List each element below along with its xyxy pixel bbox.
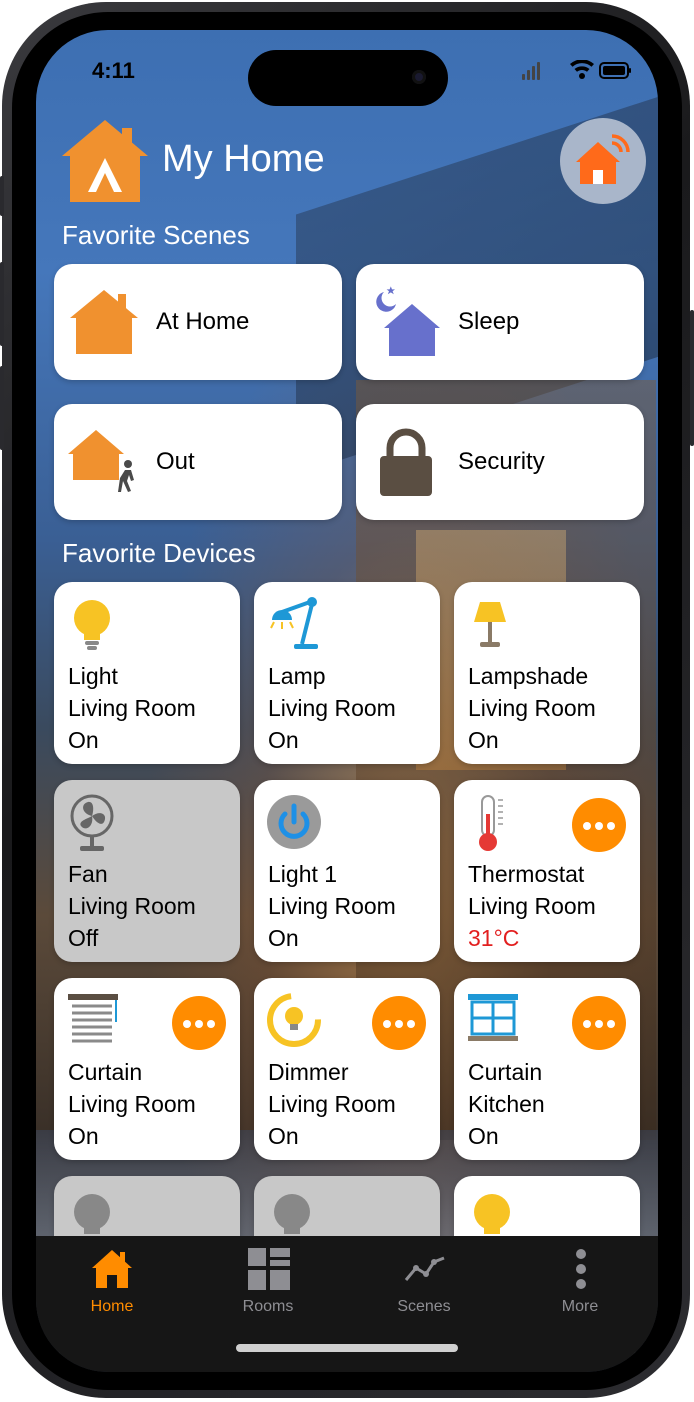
device-name: Dimmer: [268, 1059, 349, 1085]
phone-frame: 4:11 My Home Favorite Scenes At Home Sle…: [0, 0, 694, 1402]
tab-label: Home: [90, 1298, 134, 1315]
home-wifi-icon: [576, 134, 630, 184]
power-icon: [267, 795, 321, 849]
tab-label: More: [561, 1298, 599, 1315]
device-room: Living Room: [268, 1091, 396, 1117]
favorite-scenes-title: Favorite Scenes: [62, 220, 250, 250]
app-title: My Home: [162, 138, 325, 180]
favorite-devices-title: Favorite Devices: [62, 538, 256, 568]
fan-icon: [70, 794, 114, 851]
wifi-icon: [570, 60, 594, 79]
thermostat-more-button[interactable]: [572, 798, 626, 852]
dimmer-more-button[interactable]: [372, 996, 426, 1050]
device-state: On: [268, 727, 299, 753]
scene-label: Out: [156, 448, 195, 475]
scene-label: Security: [458, 448, 545, 475]
home-tab-icon: [92, 1250, 132, 1288]
status-icons: [522, 60, 631, 80]
device-state: On: [68, 727, 99, 753]
device-room: Living Room: [68, 893, 196, 919]
home-indicator[interactable]: [236, 1344, 458, 1352]
device-state: On: [268, 1123, 299, 1149]
tab-label: Scenes: [397, 1298, 451, 1315]
device-state: On: [68, 1123, 99, 1149]
device-name: Thermostat: [468, 861, 585, 887]
device-card-light[interactable]: Light Living Room On: [54, 582, 240, 764]
battery-icon: [599, 62, 631, 79]
tab-label: Rooms: [242, 1298, 294, 1315]
device-room: Living Room: [68, 695, 196, 721]
more-dots-icon: [576, 1249, 586, 1289]
device-room: Living Room: [468, 695, 596, 721]
device-card-light-1[interactable]: Light 1 Living Room On: [254, 780, 440, 962]
curtain-kitchen-more-button[interactable]: [572, 996, 626, 1050]
device-card-curtain-kitchen[interactable]: Curtain Kitchen On: [454, 978, 640, 1160]
night-house-icon: [376, 286, 440, 356]
scene-card-out[interactable]: Out: [54, 404, 342, 520]
device-state: On: [468, 727, 499, 753]
window-curtain-icon: [468, 994, 518, 1041]
device-state: On: [468, 1123, 499, 1149]
device-card-lampshade[interactable]: Lampshade Living Room On: [454, 582, 640, 764]
device-name: Lampshade: [468, 663, 589, 689]
padlock-icon: [380, 428, 432, 496]
tab-scenes[interactable]: Scenes: [349, 1236, 499, 1336]
device-name: Light: [68, 663, 118, 689]
device-name: Curtain: [68, 1059, 143, 1085]
device-room: Living Room: [468, 893, 596, 919]
device-state: Off: [68, 925, 99, 951]
hub-connection-button[interactable]: [560, 118, 646, 204]
device-room: Kitchen: [468, 1091, 545, 1117]
device-card-fan[interactable]: Fan Living Room Off: [54, 780, 240, 962]
front-camera: [412, 70, 426, 84]
walking-person-house-icon: [68, 430, 134, 492]
device-state: On: [268, 925, 299, 951]
desk-lamp-icon: [270, 597, 318, 649]
device-temperature: 31°C: [468, 925, 520, 951]
header: My Home: [60, 118, 646, 208]
light-bulb-icon: [74, 600, 110, 650]
house-icon: [70, 290, 138, 354]
device-name: Fan: [68, 861, 108, 887]
curtain-living-more-button[interactable]: [172, 996, 226, 1050]
device-card-lamp[interactable]: Lamp Living Room On: [254, 582, 440, 764]
lampshade-icon: [474, 602, 506, 647]
device-card-thermostat[interactable]: Thermostat Living Room 31°C: [454, 780, 640, 962]
signal-icon: [522, 62, 540, 80]
home-logo-icon: [62, 120, 148, 202]
device-name: Light 1: [268, 861, 338, 887]
status-bar: 4:11: [36, 30, 658, 110]
tab-rooms[interactable]: Rooms: [193, 1236, 343, 1336]
tab-home[interactable]: Home: [37, 1236, 187, 1336]
tab-more[interactable]: More: [505, 1236, 655, 1336]
scenes-chart-icon: [404, 1256, 445, 1281]
app-screen: 4:11 My Home Favorite Scenes At Home Sle…: [36, 30, 658, 1372]
scene-card-at-home[interactable]: At Home: [54, 264, 342, 380]
dimmer-bulb-icon: [267, 993, 321, 1047]
rooms-grid-icon: [248, 1248, 290, 1290]
device-name: Curtain: [468, 1059, 543, 1085]
device-card-dimmer[interactable]: Dimmer Living Room On: [254, 978, 440, 1160]
blind-icon: [68, 994, 118, 1043]
device-room: Living Room: [268, 695, 396, 721]
scene-label: At Home: [156, 308, 250, 335]
device-name: Lamp: [268, 663, 326, 689]
device-card-curtain-living[interactable]: Curtain Living Room On: [54, 978, 240, 1160]
thermometer-icon: [479, 795, 503, 851]
scene-card-security[interactable]: Security: [356, 404, 644, 520]
scene-card-sleep[interactable]: Sleep: [356, 264, 644, 380]
device-room: Living Room: [68, 1091, 196, 1117]
device-room: Living Room: [268, 893, 396, 919]
scene-label: Sleep: [458, 308, 520, 335]
status-time: 4:11: [92, 58, 135, 83]
